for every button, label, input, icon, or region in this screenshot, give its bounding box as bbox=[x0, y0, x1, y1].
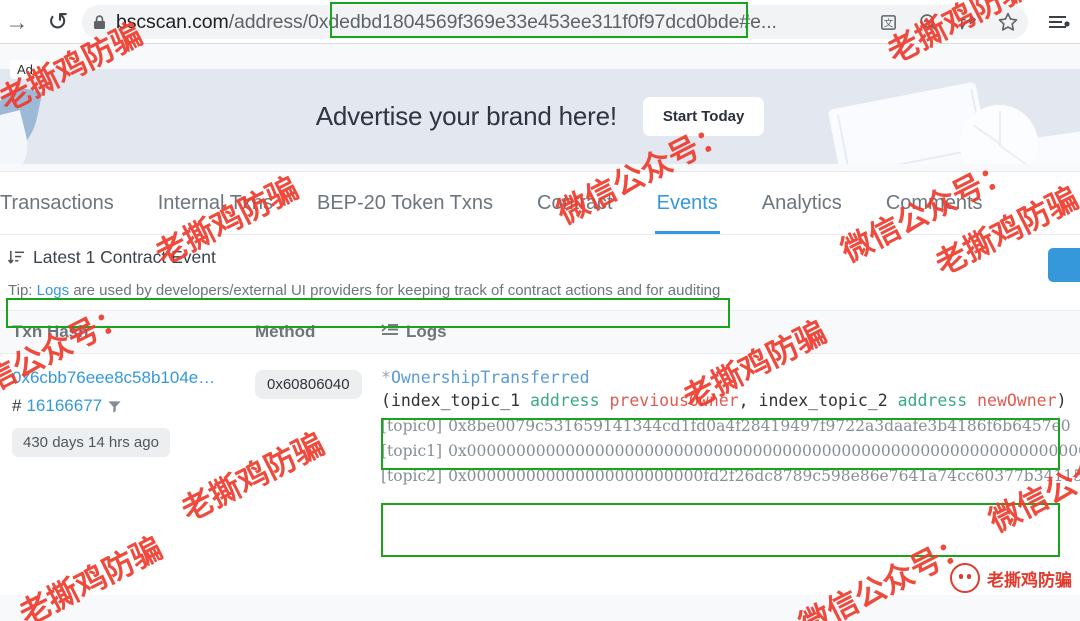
tab-list: Transactions Internal Txns BEP-20 Token … bbox=[0, 172, 1080, 234]
event-name-row: *OwnershipTransferred bbox=[381, 368, 1080, 387]
lock-icon bbox=[82, 14, 116, 31]
browser-toolbar: → ↺ bscscan.com/address/0xdedbd1804569f3… bbox=[0, 0, 1080, 44]
tab-events[interactable]: Events bbox=[635, 172, 740, 234]
url-path: /address/ bbox=[228, 10, 309, 33]
sig-param-2: newOwner bbox=[977, 391, 1057, 410]
svg-text:文: 文 bbox=[883, 17, 893, 29]
sig-index-1: index_topic_1 bbox=[390, 391, 521, 410]
topic-row-2: [topic2] 0x000000000000000000000000fd2f26… bbox=[381, 467, 1080, 485]
txn-hash-link[interactable]: 0x6cbb76eee8c58b104e… bbox=[12, 368, 255, 388]
ad-strip: Ad Advertise your brand here! Start Toda… bbox=[0, 44, 1080, 172]
events-table: Txn Hash Method Logs 0x6cbb76eee8c58b104… bbox=[0, 310, 1080, 485]
cell-txn-hash: 0x6cbb76eee8c58b104e… # 16166677 430 day… bbox=[0, 368, 255, 485]
tab-contract[interactable]: Contract bbox=[515, 172, 635, 234]
tip-row: Tip: Logs are used by developers/externa… bbox=[0, 278, 1080, 310]
tip-text: Tip: Logs are used by developers/externa… bbox=[8, 282, 720, 299]
page-footer-strip bbox=[0, 595, 1080, 621]
event-star: * bbox=[381, 368, 391, 387]
sig-close: ) bbox=[1056, 391, 1067, 410]
watermark-logo: 老撕鸡防骗 bbox=[950, 563, 1072, 593]
topic-key-0: [topic0] bbox=[381, 417, 443, 435]
cell-logs: *OwnershipTransferred (index_topic_1 add… bbox=[381, 368, 1080, 485]
topic-key-2: [topic2] bbox=[381, 467, 443, 485]
tab-bep20-token-txns[interactable]: BEP-20 Token Txns bbox=[295, 172, 515, 234]
sig-open: ( bbox=[381, 391, 391, 410]
events-card-header: Latest 1 Contract Event bbox=[0, 235, 1080, 282]
tip-rest: are used by developers/external UI provi… bbox=[69, 282, 721, 299]
bookmark-star-icon[interactable] bbox=[988, 5, 1028, 39]
address-bar-url: bscscan.com/address/0xdedbd1804569f369e3… bbox=[116, 11, 777, 34]
topic-row-0: [topic0] 0x8be0079c531659141344cd1fd0a4f2… bbox=[381, 417, 1080, 435]
event-signature: (index_topic_1 address previousOwner, in… bbox=[381, 391, 1080, 410]
reload-icon[interactable]: ↺ bbox=[34, 0, 82, 44]
tip-prefix: Tip: bbox=[8, 282, 37, 299]
column-header-logs: Logs bbox=[381, 322, 1080, 343]
tab-comments[interactable]: Comments bbox=[864, 172, 1005, 234]
watermark-logo-text: 老撕鸡防骗 bbox=[987, 570, 1072, 591]
share-icon[interactable] bbox=[948, 5, 988, 39]
translate-icon[interactable]: 文 bbox=[868, 5, 908, 39]
sig-index-2: index_topic_2 bbox=[758, 391, 888, 410]
card-action-button[interactable] bbox=[1048, 248, 1080, 282]
ad-content: Advertise your brand here! Start Today bbox=[0, 69, 1080, 164]
age-badge: 430 days 14 hrs ago bbox=[12, 428, 170, 457]
block-prefix: # bbox=[12, 396, 22, 415]
zoom-out-icon[interactable] bbox=[908, 5, 948, 39]
sig-type-2: address bbox=[897, 391, 968, 410]
tab-transactions[interactable]: Transactions bbox=[0, 172, 136, 234]
topic-key-1: [topic1] bbox=[381, 442, 443, 460]
block-number-link[interactable]: 16166677 bbox=[26, 396, 102, 416]
sort-icon[interactable] bbox=[8, 249, 25, 266]
topic-value-2: 0x000000000000000000000000fd2f26dc8789c5… bbox=[448, 467, 1080, 485]
sig-param-1: previousOwner bbox=[609, 391, 739, 410]
url-suffix: #e... bbox=[739, 10, 777, 33]
topic-value-1: 0x00000000000000000000000000000000000000… bbox=[448, 442, 1080, 460]
topic-row-1: [topic1] 0x000000000000000000000000000000… bbox=[381, 442, 1080, 460]
event-name[interactable]: OwnershipTransferred bbox=[391, 368, 590, 387]
events-table-header: Txn Hash Method Logs bbox=[0, 310, 1080, 354]
filter-icon[interactable] bbox=[107, 399, 122, 414]
ad-label: Ad bbox=[10, 60, 40, 79]
screenshot-root: → ↺ bscscan.com/address/0xdedbd1804569f3… bbox=[0, 0, 1080, 621]
column-header-txn-hash: Txn Hash bbox=[12, 322, 89, 341]
topic-value-0: 0x8be0079c531659141344cd1fd0a4f28419497f… bbox=[448, 417, 1071, 435]
sig-comma: , bbox=[738, 391, 759, 410]
logs-link[interactable]: Logs bbox=[37, 282, 70, 299]
forward-arrow-icon[interactable]: → bbox=[0, 0, 34, 44]
tab-analytics[interactable]: Analytics bbox=[740, 172, 864, 234]
chicken-face-icon bbox=[950, 563, 980, 593]
block-line: # 16166677 bbox=[12, 396, 255, 416]
column-header-method: Method bbox=[255, 322, 316, 341]
column-header-logs-label: Logs bbox=[406, 322, 447, 341]
ad-headline: Advertise your brand here! bbox=[315, 101, 617, 131]
url-address: 0xdedbd1804569f369e33e453ee311f0f97dcd0b… bbox=[308, 10, 740, 33]
table-row: 0x6cbb76eee8c58b104e… # 16166677 430 day… bbox=[0, 354, 1080, 485]
address-bar-actions: 文 bbox=[868, 5, 1028, 39]
tab-bar: Transactions Internal Txns BEP-20 Token … bbox=[0, 172, 1080, 235]
tab-internal-txns[interactable]: Internal Txns bbox=[136, 172, 295, 234]
cell-method: 0x60806040 bbox=[255, 368, 381, 485]
url-domain: bscscan.com bbox=[116, 10, 229, 33]
page-content: Ad Advertise your brand here! Start Toda… bbox=[0, 44, 1080, 621]
logs-column-icon bbox=[381, 322, 399, 343]
start-today-button[interactable]: Start Today bbox=[642, 97, 765, 136]
method-badge[interactable]: 0x60806040 bbox=[255, 370, 362, 399]
events-card: Latest 1 Contract Event Tip: Logs are us… bbox=[0, 235, 1080, 485]
ad-banner[interactable]: Advertise your brand here! Start Today bbox=[0, 69, 1080, 164]
browser-menu-icon[interactable] bbox=[1036, 0, 1080, 44]
sig-type-1: address bbox=[530, 391, 600, 410]
events-card-title: Latest 1 Contract Event bbox=[33, 247, 216, 267]
address-bar[interactable]: bscscan.com/address/0xdedbd1804569f369e3… bbox=[82, 5, 1028, 39]
